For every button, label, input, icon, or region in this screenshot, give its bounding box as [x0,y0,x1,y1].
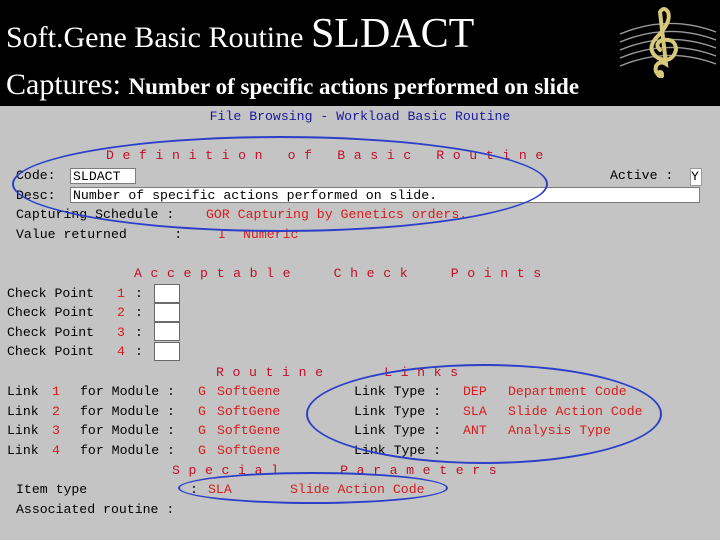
annotation-oval-item-type [178,472,448,504]
active-input[interactable]: Y [690,168,702,186]
annotation-oval-definition [12,136,548,232]
check-point-sep: : [135,325,143,340]
link-label: Link [7,404,39,419]
link-module-code[interactable]: G [198,404,206,420]
link-label: Link [7,423,39,438]
captures-text: Number of specific actions performed on … [128,74,580,99]
link-label: Link [7,443,39,458]
check-point-label: Check Point [7,305,95,320]
link-label: Link [7,384,39,399]
link-module-name: SoftGene [217,423,281,438]
slide-title-code: SLDACT [310,11,475,57]
check-point-sep: : [135,344,143,359]
link-number: 1 [52,384,60,399]
captures-label: Captures: [6,68,121,101]
check-point-label: Check Point [7,325,95,340]
terminal-screen: File Browsing - Workload Basic Routine D… [0,106,720,540]
associated-routine-label: Associated routine : [16,502,175,517]
active-label: Active : [610,168,674,183]
link-for-module-label: for Module : [80,384,175,399]
check-point-input[interactable] [154,284,180,303]
link-number: 4 [52,443,60,458]
link-for-module-label: for Module : [80,404,175,419]
slide-captures-line: Captures: Number of specific actions per… [6,68,579,102]
link-module-code[interactable]: G [198,423,206,439]
check-point-sep: : [135,286,143,301]
check-point-label: Check Point [7,286,95,301]
treble-clef-logo-icon [619,7,717,78]
annotation-oval-links [306,364,662,464]
check-point-number: 3 [117,325,125,340]
check-point-sep: : [135,305,143,320]
checkpoints-heading: Acceptable Check Points [134,266,550,281]
slide-title: Soft.Gene Basic Routine SLDACT [6,10,474,58]
check-point-input[interactable] [154,303,180,322]
link-module-name: SoftGene [217,443,281,458]
check-point-number: 4 [117,344,125,359]
slide-title-prefix: Soft.Gene Basic Routine [6,21,311,54]
link-number: 2 [52,404,60,419]
check-point-input[interactable] [154,322,180,341]
check-point-number: 2 [117,305,125,320]
link-number: 3 [52,423,60,438]
link-module-name: SoftGene [217,404,281,419]
check-point-number: 1 [117,286,125,301]
value-returned-label: Value returned : [16,227,183,242]
screen-header: File Browsing - Workload Basic Routine [209,109,511,124]
check-point-input[interactable] [154,342,180,361]
link-module-name: SoftGene [217,384,281,399]
check-point-label: Check Point [7,344,95,359]
item-type-label: Item type [16,482,88,497]
link-for-module-label: for Module : [80,443,175,458]
link-for-module-label: for Module : [80,423,175,438]
link-module-code[interactable]: G [198,443,206,459]
link-module-code[interactable]: G [198,384,206,400]
